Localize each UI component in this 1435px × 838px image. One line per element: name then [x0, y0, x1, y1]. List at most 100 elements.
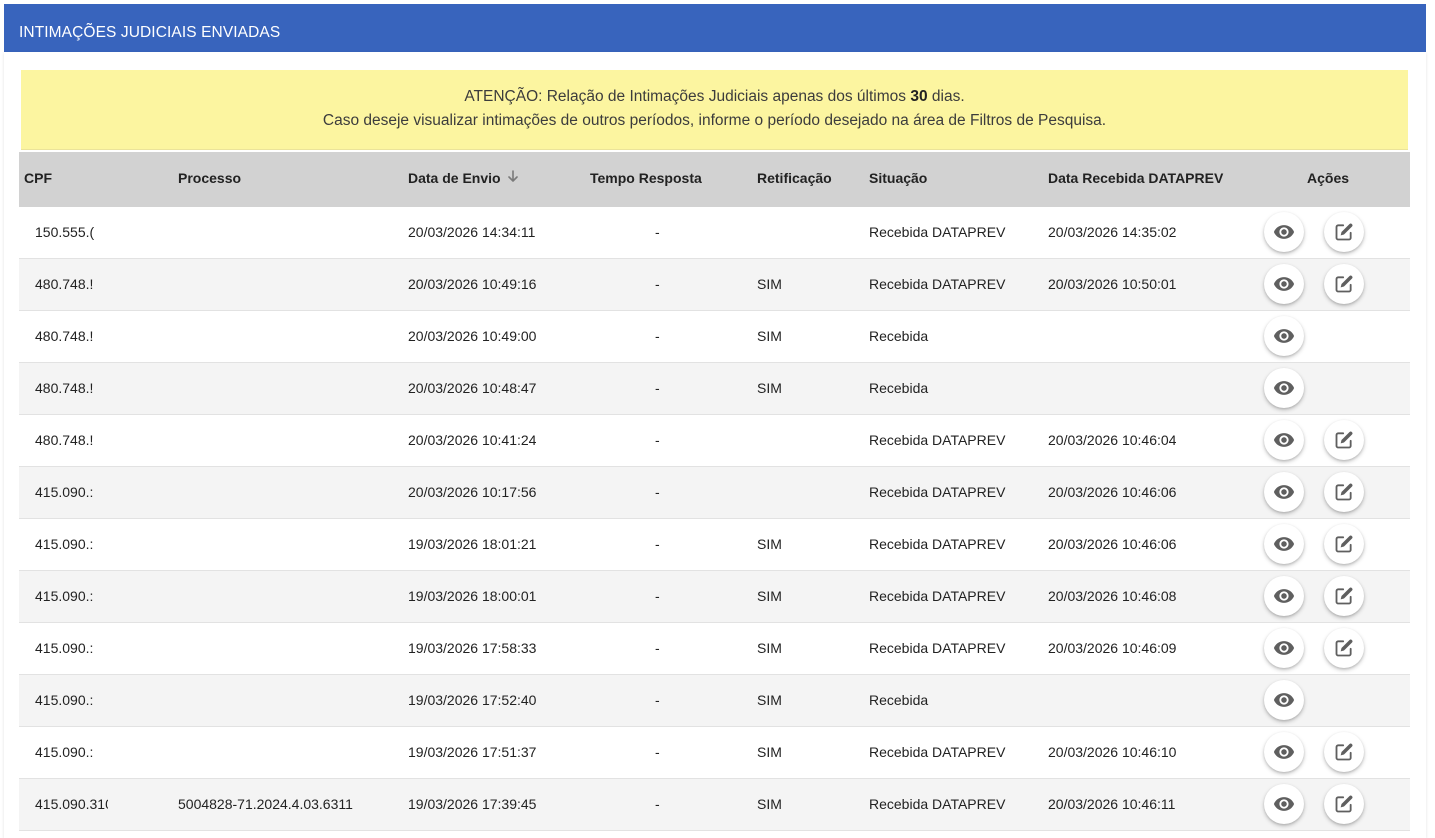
- edit-icon: [1334, 222, 1354, 242]
- cell-cpf: 480.748.!: [35, 276, 94, 292]
- view-button[interactable]: [1264, 420, 1304, 460]
- cell-data-envio: 19/03/2026 18:00:01: [408, 588, 537, 604]
- cell-retificacao: [757, 207, 817, 258]
- table-row: 415.090.: 19/03/2026 17:52:40 - SIM Recebida: [19, 675, 1410, 727]
- table-row: 415.090.: 19/03/2026 18:00:01 - SIM Recebida…: [19, 571, 1410, 623]
- cell-processo: [178, 207, 398, 258]
- view-button[interactable]: [1264, 732, 1304, 772]
- column-header-data-recebida[interactable]: Data Recebida DATAPREV: [1048, 152, 1223, 207]
- edit-icon: [1334, 482, 1354, 502]
- cell-data-envio: 19/03/2026 17:51:37: [408, 744, 537, 760]
- table-row: 415.090.: 19/03/2026 17:51:37 - SIM Recebida…: [19, 727, 1410, 779]
- cell-retificacao: SIM: [757, 796, 782, 812]
- view-button[interactable]: [1264, 368, 1304, 408]
- cell-cpf: 415.090.:: [35, 588, 94, 604]
- column-header-data-envio[interactable]: Data de Envio: [408, 152, 519, 207]
- cell-situacao: Recebida DATAPREV: [869, 588, 1006, 604]
- page-title: INTIMAÇÕES JUDICIAIS ENVIADAS: [19, 24, 281, 41]
- page: INTIMAÇÕES JUDICIAIS ENVIADAS ATENÇÃO: R…: [0, 0, 1435, 838]
- view-button[interactable]: [1264, 316, 1304, 356]
- cell-tempo-resposta: -: [655, 536, 660, 552]
- edit-button[interactable]: [1324, 420, 1364, 460]
- cell-data-recebida: 20/03/2026 10:46:06: [1048, 536, 1177, 552]
- column-header-data-envio-label: Data de Envio: [408, 170, 501, 186]
- column-header-retificacao[interactable]: Retificação: [757, 152, 832, 207]
- cell-processo: [178, 519, 398, 570]
- column-header-tempo-resposta[interactable]: Tempo Resposta: [590, 152, 702, 207]
- alert-days-count: 30: [910, 88, 928, 105]
- view-button[interactable]: [1264, 212, 1304, 252]
- cell-processo: [178, 571, 398, 622]
- cell-data-envio: 20/03/2026 10:17:56: [408, 484, 537, 500]
- table-row: 150.555.(20/03/2026 14:34:11 - Recebida DA…: [19, 207, 1410, 259]
- edit-button[interactable]: [1324, 212, 1364, 252]
- cell-situacao: Recebida: [869, 692, 929, 708]
- cell-data-recebida: 20/03/2026 10:46:08: [1048, 588, 1177, 604]
- cell-data-envio: 20/03/2026 10:49:16: [408, 276, 537, 292]
- eye-icon: [1273, 481, 1295, 503]
- edit-icon: [1334, 638, 1354, 658]
- cell-cpf: 415.090.:: [35, 536, 94, 552]
- column-header-situacao[interactable]: Situação: [869, 152, 927, 207]
- cell-retificacao: SIM: [757, 692, 782, 708]
- cell-retificacao: SIM: [757, 536, 782, 552]
- view-button[interactable]: [1264, 680, 1304, 720]
- column-header-processo[interactable]: Processo: [178, 152, 241, 207]
- cell-data-recebida: 20/03/2026 10:46:06: [1048, 484, 1177, 500]
- eye-icon: [1273, 533, 1295, 555]
- eye-icon: [1273, 273, 1295, 295]
- cell-data-envio: 19/03/2026 18:01:21: [408, 536, 537, 552]
- cell-data-recebida: 20/03/2026 14:35:02: [1048, 224, 1177, 240]
- cell-processo: [178, 311, 398, 362]
- cell-data-envio: 19/03/2026 17:58:33: [408, 640, 537, 656]
- view-button[interactable]: [1264, 576, 1304, 616]
- table-row: 480.748.! 20/03/2026 10:48:47 - SIM Recebida: [19, 363, 1410, 415]
- cell-processo: [178, 727, 398, 778]
- view-button[interactable]: [1264, 784, 1304, 824]
- cell-cpf: 480.748.!: [35, 380, 94, 396]
- cell-cpf: 415.090.:: [35, 692, 94, 708]
- cell-data-envio: 20/03/2026 10:41:24: [408, 432, 537, 448]
- edit-button[interactable]: [1324, 784, 1364, 824]
- table-row: 415.090.310-73 5004828-71.2024.4.03.6311 1…: [19, 779, 1410, 831]
- column-header-cpf[interactable]: CPF: [24, 152, 52, 207]
- view-button[interactable]: [1264, 628, 1304, 668]
- view-button[interactable]: [1264, 472, 1304, 512]
- table-body: 150.555.(20/03/2026 14:34:11 - Recebida DA…: [19, 207, 1410, 831]
- cell-cpf: 480.748.!: [35, 328, 94, 344]
- edit-icon: [1334, 794, 1354, 814]
- edit-button[interactable]: [1324, 628, 1364, 668]
- eye-icon: [1273, 637, 1295, 659]
- cell-situacao: Recebida DATAPREV: [869, 640, 1006, 656]
- cell-data-recebida: 20/03/2026 10:50:01: [1048, 276, 1177, 292]
- edit-button[interactable]: [1324, 524, 1364, 564]
- cell-tempo-resposta: -: [655, 432, 660, 448]
- edit-button[interactable]: [1324, 732, 1364, 772]
- edit-button[interactable]: [1324, 472, 1364, 512]
- cell-data-envio: 19/03/2026 17:39:45: [408, 796, 537, 812]
- eye-icon: [1273, 793, 1295, 815]
- alert-text-suffix: dias.: [927, 88, 965, 105]
- table-row: 480.748.! 20/03/2026 10:41:24 - Recebida DA…: [19, 415, 1410, 467]
- edit-icon: [1334, 534, 1354, 554]
- cell-data-recebida: 20/03/2026 10:46:09: [1048, 640, 1177, 656]
- view-button[interactable]: [1264, 264, 1304, 304]
- cell-processo: 5004828-71.2024.4.03.6311: [178, 796, 353, 812]
- cell-retificacao: SIM: [757, 328, 782, 344]
- cell-retificacao: SIM: [757, 276, 782, 292]
- cell-data-envio: 19/03/2026 17:52:40: [408, 692, 537, 708]
- cell-data-recebida: [1048, 311, 1248, 362]
- table-row: 415.090.: 19/03/2026 17:58:33 - SIM Recebida…: [19, 623, 1410, 675]
- cell-situacao: Recebida: [869, 380, 929, 396]
- cell-tempo-resposta: -: [655, 328, 660, 344]
- edit-button[interactable]: [1324, 264, 1364, 304]
- table-row: 480.748.! 20/03/2026 10:49:00 - SIM Recebida: [19, 311, 1410, 363]
- edit-button[interactable]: [1324, 576, 1364, 616]
- cell-tempo-resposta: -: [655, 380, 660, 396]
- cell-tempo-resposta: -: [655, 276, 660, 292]
- cell-processo: [178, 675, 398, 726]
- edit-icon: [1334, 586, 1354, 606]
- intimacoes-table: CPF Processo Data de Envio Tempo Respost…: [19, 152, 1410, 831]
- cell-retificacao: SIM: [757, 380, 782, 396]
- view-button[interactable]: [1264, 524, 1304, 564]
